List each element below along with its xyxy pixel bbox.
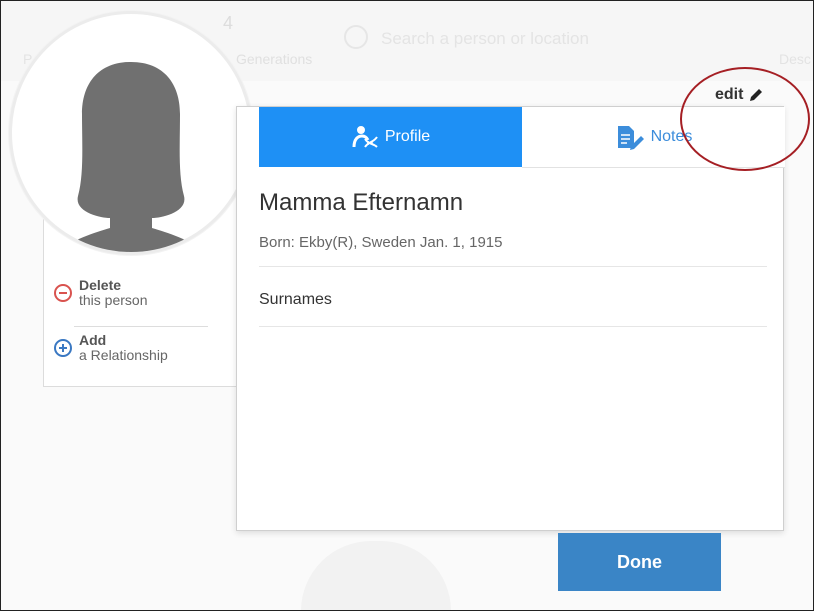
person-name: Mamma Efternamn [259, 189, 464, 216]
female-silhouette-icon [57, 62, 205, 252]
plus-circle-icon [54, 339, 72, 357]
generations-count: 4 [223, 13, 234, 33]
delete-person-button[interactable]: Delete this person [54, 278, 147, 308]
generations-label: Generations [236, 51, 313, 67]
pencil-icon [750, 89, 763, 101]
dialog-tabs: Profile Notes [259, 107, 785, 168]
divider [259, 326, 767, 327]
background-right-label: Desc [779, 51, 811, 67]
edit-label: edit [715, 86, 744, 103]
surnames-label: Surnames [259, 291, 332, 308]
birth-info: Born: Ekby(R), Sweden Jan. 1, 1915 [259, 234, 503, 251]
divider [259, 266, 767, 267]
person-dialog: Profile Notes Mamma Efternamn Born: Ekby… [236, 106, 785, 531]
edit-button[interactable]: edit [715, 86, 764, 104]
tab-notes[interactable]: Notes [522, 107, 785, 168]
avatar[interactable] [9, 11, 253, 255]
dna-person-icon [352, 126, 378, 148]
search-icon [344, 25, 368, 49]
tab-notes-label: Notes [650, 128, 693, 145]
delete-subtitle: this person [79, 292, 148, 308]
tab-profile-label: Profile [384, 128, 431, 145]
actions-divider [74, 326, 208, 327]
minus-circle-icon [54, 284, 72, 302]
tab-profile[interactable]: Profile [259, 107, 522, 167]
search-placeholder: Search a person or location [381, 29, 589, 48]
notes-pencil-icon [617, 126, 644, 150]
app-frame: P 4 Generations Search a person or locat… [0, 0, 814, 611]
delete-title: Delete [79, 277, 122, 293]
add-subtitle: a Relationship [79, 347, 168, 363]
done-button[interactable]: Done [558, 533, 721, 591]
add-title: Add [79, 332, 107, 348]
background-avatar [301, 541, 451, 610]
add-relationship-button[interactable]: Add a Relationship [54, 333, 168, 363]
